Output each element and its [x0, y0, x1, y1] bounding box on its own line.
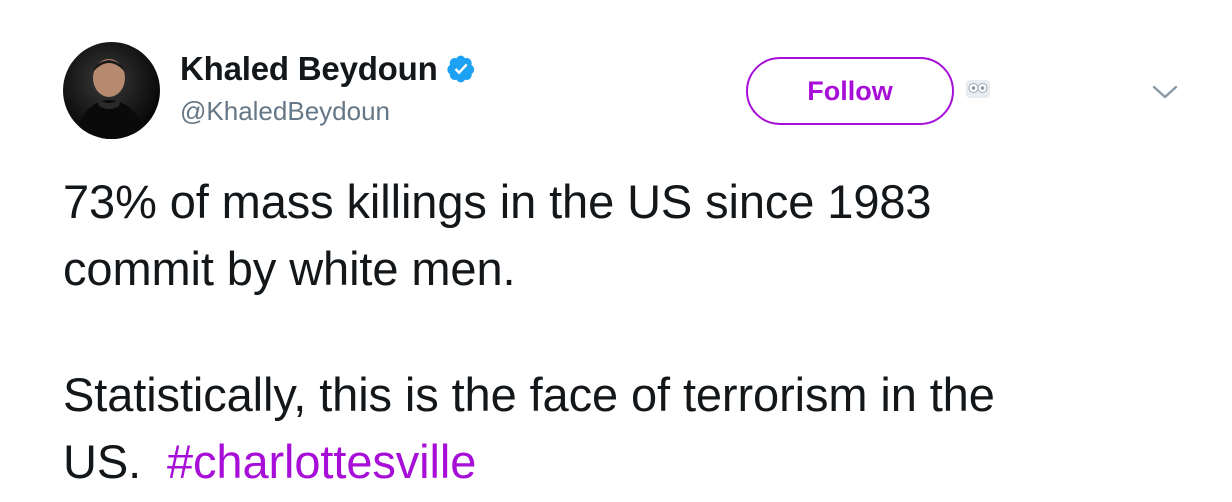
tweet-text-line: 73% of mass killings in the US since 198… [63, 175, 932, 228]
hashtag-link[interactable]: #charlottesville [167, 435, 476, 488]
verified-badge-icon [446, 55, 474, 83]
follow-button[interactable]: Follow [746, 57, 954, 125]
tweet-text-fragment: US. [63, 435, 167, 488]
tweet-text-line: US. #charlottesville [63, 428, 1203, 495]
owl-icon [966, 80, 990, 98]
avatar[interactable] [63, 42, 160, 139]
author-display-name[interactable]: Khaled Beydoun [180, 50, 438, 88]
tweet-card: Khaled Beydoun @KhaledBeydoun Follow 73%… [0, 0, 1232, 502]
tweet-text-line: commit by white men. [63, 242, 516, 295]
avatar-silhouette [77, 59, 145, 139]
author-handle[interactable]: @KhaledBeydoun [180, 96, 390, 127]
author-name-row: Khaled Beydoun [180, 50, 476, 88]
tweet-text: 73% of mass killings in the US since 198… [63, 168, 1203, 495]
tweet-text-line: Statistically, this is the face of terro… [63, 368, 995, 421]
chevron-down-icon[interactable] [1150, 82, 1180, 102]
